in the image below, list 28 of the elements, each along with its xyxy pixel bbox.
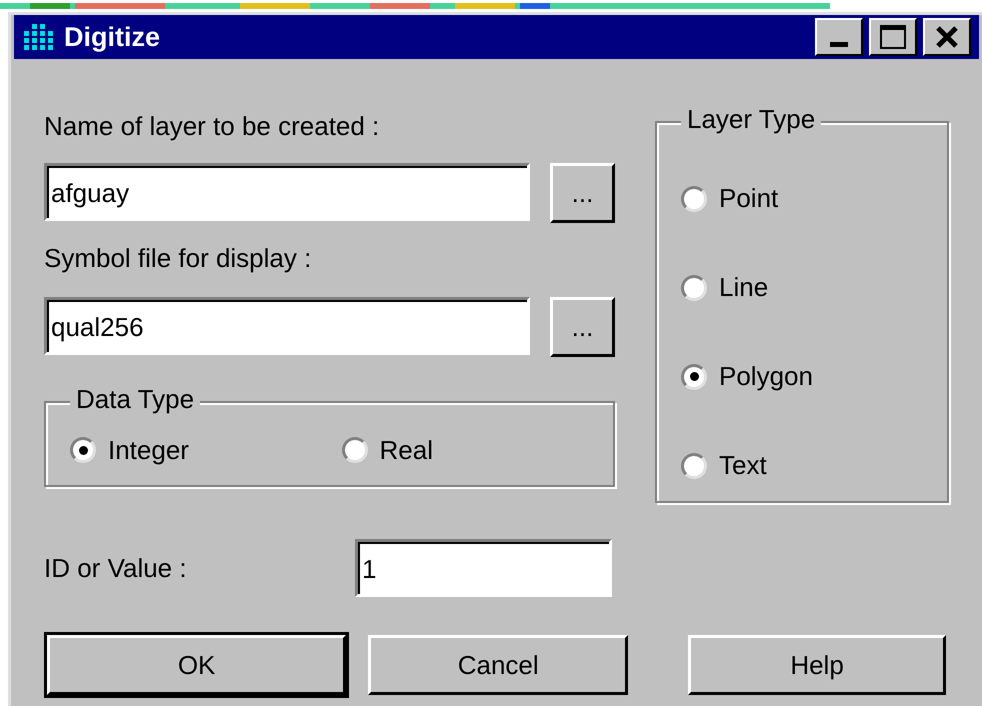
close-icon[interactable] [923, 18, 971, 56]
browse-button[interactable]: ... [550, 163, 615, 223]
text-field[interactable]: afguay [44, 163, 530, 221]
field-label: Symbol file for display : [44, 242, 312, 275]
field-label: ID or Value : [44, 552, 188, 584]
browse-button[interactable]: ... [550, 297, 615, 357]
text-field[interactable]: 1 [355, 539, 612, 597]
window-title: Digitize [64, 20, 162, 54]
dialog-button[interactable]: Help [688, 635, 946, 695]
radio-label: Line [719, 271, 768, 304]
radio-label: Real [380, 434, 433, 466]
minimize-icon[interactable] [815, 18, 863, 56]
field-label: Name of layer to be created : [44, 110, 380, 143]
radio-button[interactable] [681, 452, 707, 478]
text-field[interactable]: qual256 [44, 297, 530, 355]
maximize-icon[interactable] [869, 18, 917, 56]
radio-label: Integer [108, 434, 189, 466]
radio-label: Text [719, 449, 767, 482]
radio-label: Polygon [719, 360, 813, 393]
radio-label: Point [719, 182, 778, 215]
radio-button[interactable] [681, 186, 707, 212]
radio-button[interactable] [681, 364, 707, 390]
radio-button[interactable] [342, 437, 368, 463]
radio-button[interactable] [681, 274, 707, 300]
radio-button[interactable] [70, 437, 96, 463]
dialog-button[interactable]: Cancel [368, 635, 628, 695]
dialog-button[interactable]: OK [47, 635, 346, 695]
grid-icon [22, 22, 56, 52]
